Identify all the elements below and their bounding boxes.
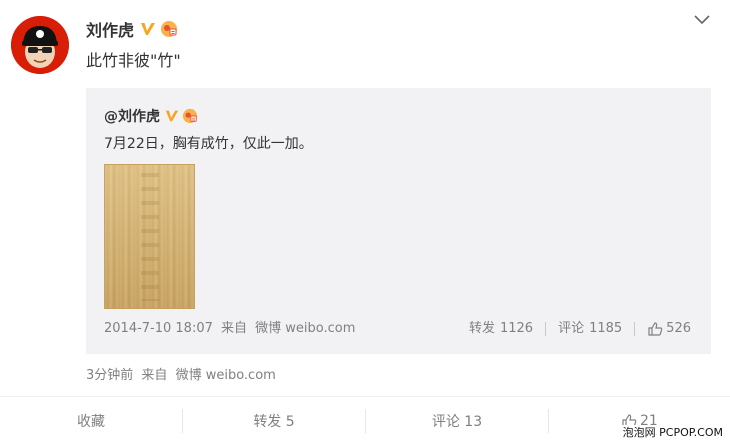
verified-v-icon[interactable] [164,108,180,124]
comment-button[interactable]: 评论 13 [366,397,548,444]
repost-label: 转发 5 [253,414,295,430]
verified-v-icon[interactable] [139,20,157,38]
watermark: 泡泡网 PCPOP.COM [619,425,726,441]
author-name[interactable]: 刘作虎 [86,17,134,41]
author-row: 刘作虎 [86,17,178,41]
bamboo-board-image[interactable] [104,164,195,309]
post-text: 此竹非彼"竹" [86,51,181,70]
original-post-text: 7月22日，胸有成竹，仅此一加。 [104,136,313,152]
original-comment-label: 评论 [558,321,585,336]
comment-label: 评论 13 [431,414,483,430]
thumbs-up-icon [647,321,663,337]
original-source[interactable]: 微博 weibo.com [255,321,355,336]
repost-button[interactable]: 转发 5 [183,397,365,444]
original-like-button[interactable]: 526 [647,320,691,338]
original-source-prefix: 来自 [221,321,248,336]
original-like-count: 526 [666,321,691,336]
image-pattern [141,173,159,301]
avatar[interactable] [11,16,69,74]
post-source-prefix: 来自 [141,368,168,383]
favorite-button[interactable]: 收藏 [0,397,182,444]
original-repost-button[interactable]: 转发 1126 [469,320,533,338]
divider [545,322,547,336]
original-repost-count: 1126 [499,321,534,336]
club-badge-icon[interactable] [160,20,178,38]
original-repost-label: 转发 [468,321,495,336]
original-actions: 转发 1126 评论 1185 526 [469,320,691,338]
divider [634,322,636,336]
original-comment-button[interactable]: 评论 1185 [558,320,622,338]
repost-card[interactable]: @刘作虎 7月22日，胸有成竹，仅此一加。 2014-7-10 18:07 来自… [86,88,711,354]
original-comment-count: 1185 [589,321,623,336]
club-badge-icon[interactable] [182,108,198,124]
post-timestamp[interactable]: 3分钟前 [86,368,133,383]
chevron-down-icon[interactable] [692,12,712,26]
original-author-name[interactable]: @刘作虎 [104,106,160,126]
favorite-label: 收藏 [77,414,105,430]
post-source[interactable]: 微博 weibo.com [176,368,276,383]
original-timestamp[interactable]: 2014-7-10 18:07 [104,321,213,336]
original-author-row: @刘作虎 [104,105,198,127]
original-meta: 2014-7-10 18:07 来自 微博 weibo.com [104,320,359,338]
post-meta: 3分钟前 来自 微博 weibo.com [86,367,280,385]
